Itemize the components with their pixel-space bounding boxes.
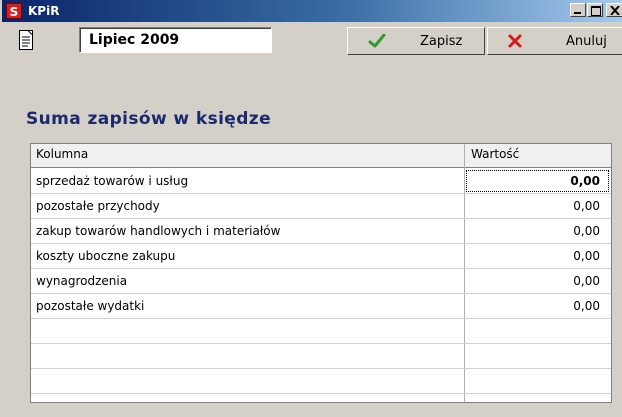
checkmark-icon	[368, 34, 386, 48]
summary-grid[interactable]: Kolumna Wartość sprzedaż towarów i usług…	[30, 143, 612, 403]
window-title: KPiR	[28, 4, 60, 18]
app-window: S KPiR Lipiec 2009 Zapisz Anuluj Suma za…	[0, 0, 622, 417]
row-value[interactable]: 0,00	[570, 174, 600, 188]
table-row[interactable]	[31, 319, 611, 344]
table-row[interactable]: wynagrodzenia 0,00	[31, 269, 611, 294]
row-value[interactable]: 0,00	[573, 299, 600, 313]
maximize-button[interactable]	[587, 3, 603, 17]
table-row[interactable]	[31, 369, 611, 394]
minimize-button[interactable]	[570, 3, 586, 17]
title-bar[interactable]: S KPiR	[2, 0, 622, 22]
row-value[interactable]: 0,00	[573, 199, 600, 213]
column-header-kolumna[interactable]: Kolumna	[36, 147, 88, 161]
table-row[interactable]	[31, 344, 611, 369]
close-button[interactable]	[606, 3, 622, 17]
table-row[interactable]: pozostałe wydatki 0,00	[31, 294, 611, 319]
row-name: sprzedaż towarów i usług	[36, 174, 189, 188]
grid-header: Kolumna Wartość	[31, 144, 611, 168]
period-label: Lipiec 2009	[89, 32, 180, 48]
period-field[interactable]: Lipiec 2009	[79, 27, 272, 53]
cancel-button[interactable]: Anuluj	[487, 27, 622, 55]
column-header-wartosc[interactable]: Wartość	[471, 147, 519, 161]
row-name: koszty uboczne zakupu	[36, 249, 176, 263]
app-logo-icon[interactable]: S	[6, 3, 22, 19]
row-value[interactable]: 0,00	[573, 274, 600, 288]
row-name: wynagrodzenia	[36, 274, 128, 288]
row-name: pozostałe wydatki	[36, 299, 145, 313]
cancel-label: Anuluj	[566, 34, 607, 49]
table-row[interactable]: sprzedaż towarów i usług 0,00	[31, 169, 611, 194]
x-icon	[508, 34, 522, 48]
save-button[interactable]: Zapisz	[347, 27, 485, 55]
table-row[interactable]: koszty uboczne zakupu 0,00	[31, 244, 611, 269]
row-value[interactable]: 0,00	[573, 249, 600, 263]
table-row[interactable]: pozostałe przychody 0,00	[31, 194, 611, 219]
table-row[interactable]: zakup towarów handlowych i materiałów 0,…	[31, 219, 611, 244]
section-heading: Suma zapisów w księdze	[26, 109, 272, 129]
row-name: pozostałe przychody	[36, 199, 160, 213]
row-value[interactable]: 0,00	[573, 224, 600, 238]
close-icon	[610, 6, 620, 15]
row-name: zakup towarów handlowych i materiałów	[36, 224, 281, 238]
save-label: Zapisz	[420, 34, 463, 49]
document-icon[interactable]	[19, 30, 33, 50]
